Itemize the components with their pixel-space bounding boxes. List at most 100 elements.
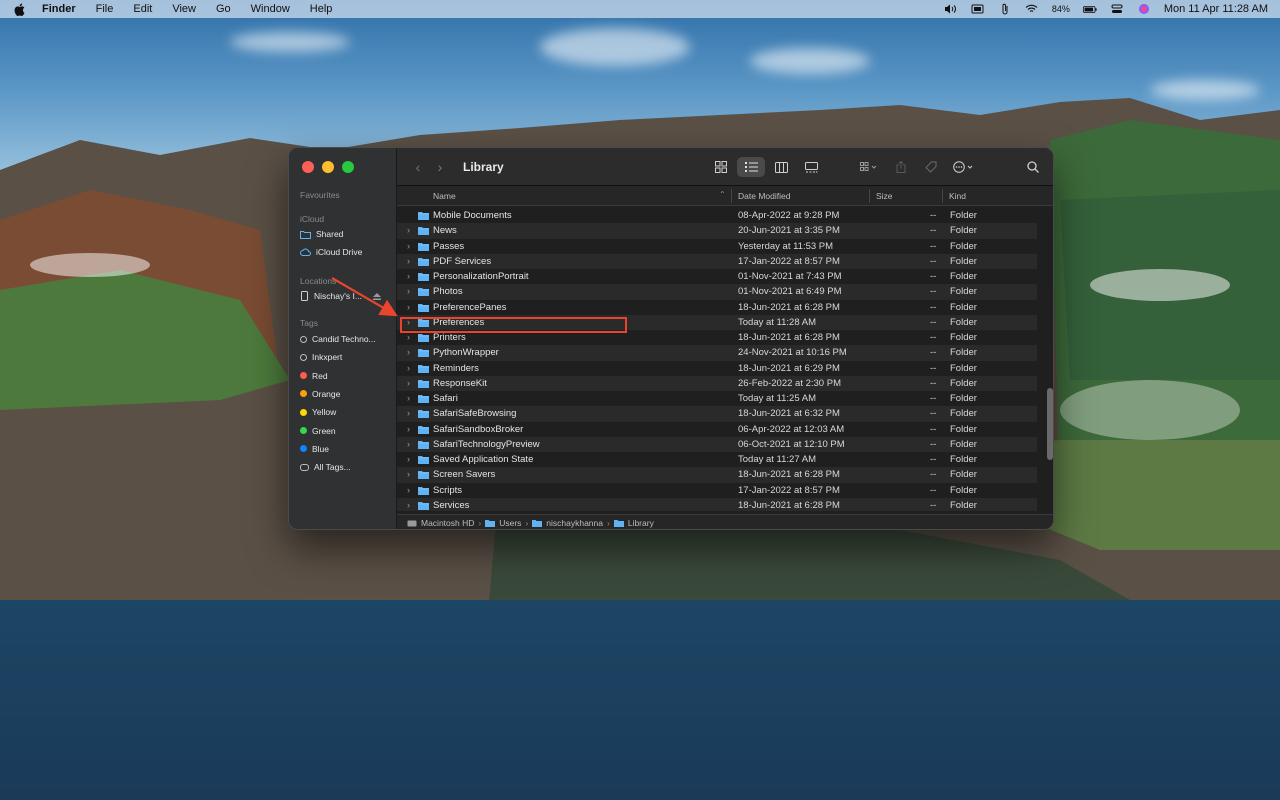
sidebar-item-icloud-drive[interactable]: iCloud Drive xyxy=(300,247,392,257)
disclosure-chevron-icon[interactable]: › xyxy=(407,241,410,251)
sort-chevron-up-icon[interactable]: ⌃ xyxy=(719,190,726,199)
list-view-icon[interactable] xyxy=(737,157,765,177)
menu-app-name[interactable]: Finder xyxy=(42,3,76,15)
file-kind: Folder xyxy=(950,438,977,450)
file-size: -- xyxy=(930,438,937,450)
sidebar-tag-label: All Tags... xyxy=(314,462,351,473)
table-row[interactable]: › Safari Today at 11:25 AM -- Folder xyxy=(397,391,1037,406)
sidebar-item-mac[interactable]: Nischay's I... xyxy=(300,291,392,301)
eject-icon[interactable] xyxy=(372,292,381,300)
table-row[interactable]: › ResponseKit 26-Feb-2022 at 2:30 PM -- Fold… xyxy=(397,375,1037,392)
column-name[interactable]: Name xyxy=(433,191,456,201)
sidebar-tag-all-tags[interactable]: All Tags... xyxy=(300,462,392,472)
table-row[interactable]: › SafariTechnologyPreview 06-Oct-2021 at 1… xyxy=(397,436,1037,453)
disclosure-chevron-icon[interactable]: › xyxy=(407,332,410,342)
column-date-modified[interactable]: Date Modified xyxy=(738,191,790,201)
path-crumb-users[interactable]: Users xyxy=(485,518,521,528)
menubar-clock[interactable]: Mon 11 Apr 11:28 AM xyxy=(1164,3,1268,15)
sidebar-item-shared[interactable]: Shared xyxy=(300,229,392,239)
table-row[interactable]: › Photos 01-Nov-2021 at 6:49 PM -- Folder xyxy=(397,284,1037,300)
table-row[interactable]: › Services 18-Jun-2021 at 6:28 PM -- Folder xyxy=(397,497,1037,511)
disclosure-chevron-icon[interactable]: › xyxy=(407,393,410,403)
disclosure-chevron-icon[interactable]: › xyxy=(407,286,410,296)
disclosure-chevron-icon[interactable]: › xyxy=(407,347,410,357)
table-row[interactable]: › Passes Yesterday at 11:53 PM -- Folder xyxy=(397,239,1037,254)
disclosure-chevron-icon[interactable]: › xyxy=(407,378,410,388)
disclosure-chevron-icon[interactable]: › xyxy=(407,302,410,312)
menu-view[interactable]: View xyxy=(172,3,196,15)
table-row[interactable]: › Saved Application State Today at 11:27 A… xyxy=(397,452,1037,467)
table-row[interactable]: › Screen Savers 18-Jun-2021 at 6:28 PM -- Fo… xyxy=(397,467,1037,483)
scrollbar-thumb[interactable] xyxy=(1047,388,1053,460)
path-crumb-macintosh-hd[interactable]: Macintosh HD xyxy=(407,518,474,528)
menu-help[interactable]: Help xyxy=(310,3,333,15)
siri-icon[interactable] xyxy=(1137,3,1151,15)
disclosure-chevron-icon[interactable]: › xyxy=(407,408,410,418)
more-actions-icon[interactable] xyxy=(947,157,981,177)
file-kind: Folder xyxy=(950,286,977,298)
disclosure-chevron-icon[interactable]: › xyxy=(407,439,410,449)
sidebar-tag-orange[interactable]: Orange xyxy=(300,389,392,399)
table-row[interactable]: › Reminders 18-Jun-2021 at 6:29 PM -- Folder xyxy=(397,361,1037,376)
file-name: News xyxy=(433,225,457,237)
disclosure-chevron-icon[interactable]: › xyxy=(407,256,410,266)
close-button[interactable] xyxy=(302,161,314,173)
battery-icon[interactable] xyxy=(1082,3,1097,15)
sidebar-tag-blue[interactable]: Blue xyxy=(300,444,392,454)
table-row[interactable]: › SafariSafeBrowsing 18-Jun-2021 at 6:32 P… xyxy=(397,406,1037,422)
table-row[interactable]: › Scripts 17-Jan-2022 at 8:57 PM -- Folder xyxy=(397,483,1037,498)
wifi-icon[interactable] xyxy=(1025,3,1039,15)
table-row[interactable]: › PythonWrapper 24-Nov-2021 at 10:16 PM -- F… xyxy=(397,345,1037,361)
share-icon[interactable] xyxy=(887,157,915,177)
disclosure-chevron-icon[interactable]: › xyxy=(407,500,410,510)
file-size: -- xyxy=(930,454,937,465)
date-modified: 01-Nov-2021 at 7:43 PM xyxy=(738,271,842,282)
date-modified: 17-Jan-2022 at 8:57 PM xyxy=(738,255,840,267)
scrollbar-track[interactable] xyxy=(1045,206,1053,514)
screen-mirror-icon[interactable] xyxy=(971,3,985,15)
disclosure-chevron-icon[interactable]: › xyxy=(407,454,410,464)
column-kind[interactable]: Kind xyxy=(949,191,966,201)
table-row[interactable]: › SafariSandboxBroker 06-Apr-2022 at 12:03… xyxy=(397,422,1037,437)
menu-window[interactable]: Window xyxy=(251,3,290,15)
column-size[interactable]: Size xyxy=(876,191,893,201)
table-row[interactable]: Mobile Documents 08-Apr-2022 at 9:28 PM --… xyxy=(397,211,1037,223)
disclosure-chevron-icon[interactable]: › xyxy=(407,469,410,479)
table-row[interactable]: › PersonalizationPortrait 01-Nov-2021 at 7… xyxy=(397,269,1037,284)
forward-chevron-icon[interactable]: › xyxy=(429,159,451,175)
table-row[interactable]: › PDF Services 17-Jan-2022 at 8:57 PM -- Fol… xyxy=(397,253,1037,270)
control-center-icon[interactable] xyxy=(1110,3,1124,15)
sidebar-tag-candid-techno[interactable]: Candid Techno... xyxy=(300,334,392,344)
disclosure-chevron-icon[interactable]: › xyxy=(407,271,410,281)
disclosure-chevron-icon[interactable]: › xyxy=(407,225,410,235)
back-chevron-icon[interactable]: ‹ xyxy=(407,159,429,175)
menu-edit[interactable]: Edit xyxy=(133,3,152,15)
sidebar: Favourites iCloud Shared iCloud Drive Lo… xyxy=(289,148,397,529)
sidebar-tag-label: Blue xyxy=(312,443,330,454)
menu-go[interactable]: Go xyxy=(216,3,231,15)
sidebar-tag-inkxpert[interactable]: Inkxpert xyxy=(300,352,392,362)
table-row[interactable]: › PreferencePanes 18-Jun-2021 at 6:28 PM --… xyxy=(397,300,1037,315)
apple-icon[interactable] xyxy=(14,2,28,16)
tag-icon[interactable] xyxy=(917,157,945,177)
path-crumb-library[interactable]: Library xyxy=(613,518,654,528)
column-view-icon[interactable] xyxy=(767,157,795,177)
group-by-icon[interactable] xyxy=(853,157,885,177)
minimize-button[interactable] xyxy=(322,161,334,173)
menu-file[interactable]: File xyxy=(96,3,114,15)
table-row[interactable]: › News 20-Jun-2021 at 3:35 PM -- Folder xyxy=(397,223,1037,239)
volume-icon[interactable] xyxy=(944,3,958,15)
attachment-icon[interactable] xyxy=(998,3,1012,15)
file-name: Printers xyxy=(433,332,466,343)
disclosure-chevron-icon[interactable]: › xyxy=(407,424,410,434)
disclosure-chevron-icon[interactable]: › xyxy=(407,485,410,495)
sidebar-tag-yellow[interactable]: Yellow xyxy=(300,407,392,417)
gallery-view-icon[interactable] xyxy=(797,157,825,177)
search-icon[interactable] xyxy=(1019,157,1047,177)
disclosure-chevron-icon[interactable]: › xyxy=(407,363,410,373)
path-crumb-user-home[interactable]: nischaykhanna xyxy=(532,518,603,528)
sidebar-tag-red[interactable]: Red xyxy=(300,371,392,381)
sidebar-tag-green[interactable]: Green xyxy=(300,426,392,436)
icon-view-icon[interactable] xyxy=(707,157,735,177)
zoom-button[interactable] xyxy=(342,161,354,173)
